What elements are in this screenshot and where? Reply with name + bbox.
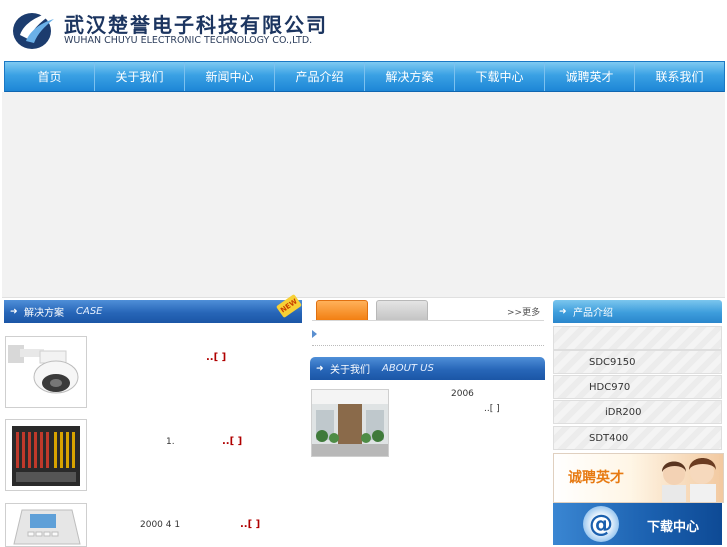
products-section-header: ➜ 产品介绍 xyxy=(553,300,722,323)
careers-banner-text: 诚聘英才 xyxy=(568,470,624,486)
company-name-cn: 武汉楚誉电子科技有限公司 xyxy=(64,13,328,37)
about-section-title-en: ABOUT US xyxy=(382,363,434,374)
downloads-banner[interactable]: @ 下载中心 xyxy=(553,503,722,545)
tab-divider xyxy=(312,320,544,321)
news-tab-inactive[interactable] xyxy=(376,300,428,321)
news-bullet-icon xyxy=(312,330,317,338)
about-more-link[interactable]: ..[ ] xyxy=(484,404,500,414)
main-nav: 首页 关于我们 新闻中心 产品介绍 解决方案 下载中心 诚聘英才 联系我们 xyxy=(4,61,725,93)
nav-solutions[interactable]: 解决方案 xyxy=(365,62,455,91)
hero-banner xyxy=(2,92,725,298)
product-name: SDT400 xyxy=(589,432,629,444)
dome-camera-icon xyxy=(8,345,79,394)
product-name: SDC9150 xyxy=(589,356,636,368)
case-item-more-link[interactable]: ..[ ] xyxy=(222,436,242,447)
card-terminal-icon xyxy=(13,509,81,545)
case-item-text: 1. xyxy=(166,437,175,447)
about-section-header: ➜ 关于我们 ABOUT US xyxy=(310,357,545,380)
product-item[interactable]: SDC9150 xyxy=(553,350,722,374)
case-item-more-link[interactable]: ..[ ] xyxy=(240,519,260,530)
product-item[interactable]: HDC970 xyxy=(553,375,722,399)
product-name: iDR200 xyxy=(605,406,642,418)
case-thumb-terminal[interactable] xyxy=(5,503,87,547)
nav-careers[interactable]: 诚聘英才 xyxy=(545,62,635,91)
case-item-text: 2000 4 1 xyxy=(140,520,181,530)
case-section-title-en: CASE xyxy=(76,306,103,317)
arrow-right-icon: ➜ xyxy=(316,363,324,374)
nav-news[interactable]: 新闻中心 xyxy=(185,62,275,91)
about-year: 2006 xyxy=(451,389,474,399)
nav-contact[interactable]: 联系我们 xyxy=(635,62,724,91)
product-item[interactable]: SDT400 xyxy=(553,426,722,450)
careers-banner[interactable]: 诚聘英才 xyxy=(553,453,724,503)
at-sign-icon: @ xyxy=(583,506,619,542)
office-lobby-image xyxy=(312,390,388,456)
nav-products[interactable]: 产品介绍 xyxy=(275,62,365,91)
case-section-title: 解决方案 xyxy=(24,308,64,319)
product-item[interactable]: iDR200 xyxy=(553,400,722,424)
company-logo-icon[interactable] xyxy=(10,5,58,53)
site-header: 武汉楚誉电子科技有限公司 WUHAN CHUYU ELECTRONIC TECH… xyxy=(0,0,727,60)
arrow-right-icon: ➜ xyxy=(559,306,567,317)
news-divider xyxy=(312,345,544,346)
about-office-photo[interactable] xyxy=(311,389,389,457)
case-item-more-link[interactable]: ..[ ] xyxy=(206,352,226,363)
news-more-link[interactable]: >>更多 xyxy=(507,305,540,318)
product-item[interactable] xyxy=(553,326,722,350)
case-section-header: ➜ 解决方案 CASE xyxy=(4,300,302,323)
news-tab-active[interactable] xyxy=(316,300,368,321)
company-name-en: WUHAN CHUYU ELECTRONIC TECHNOLOGY CO.,LT… xyxy=(64,35,313,46)
downloads-banner-text: 下载中心 xyxy=(647,520,700,535)
nav-about[interactable]: 关于我们 xyxy=(95,62,185,91)
nav-home[interactable]: 首页 xyxy=(5,62,95,91)
customer-service-women-image xyxy=(662,458,716,502)
case-thumb-dome-camera[interactable] xyxy=(5,336,87,408)
nav-downloads[interactable]: 下载中心 xyxy=(455,62,545,91)
products-section-title: 产品介绍 xyxy=(573,308,613,319)
rack-equipment-icon xyxy=(12,426,80,486)
case-thumb-rack-equipment[interactable] xyxy=(5,419,87,491)
product-name: HDC970 xyxy=(589,381,631,393)
arrow-right-icon: ➜ xyxy=(10,306,18,317)
about-section-title: 关于我们 xyxy=(330,365,370,376)
